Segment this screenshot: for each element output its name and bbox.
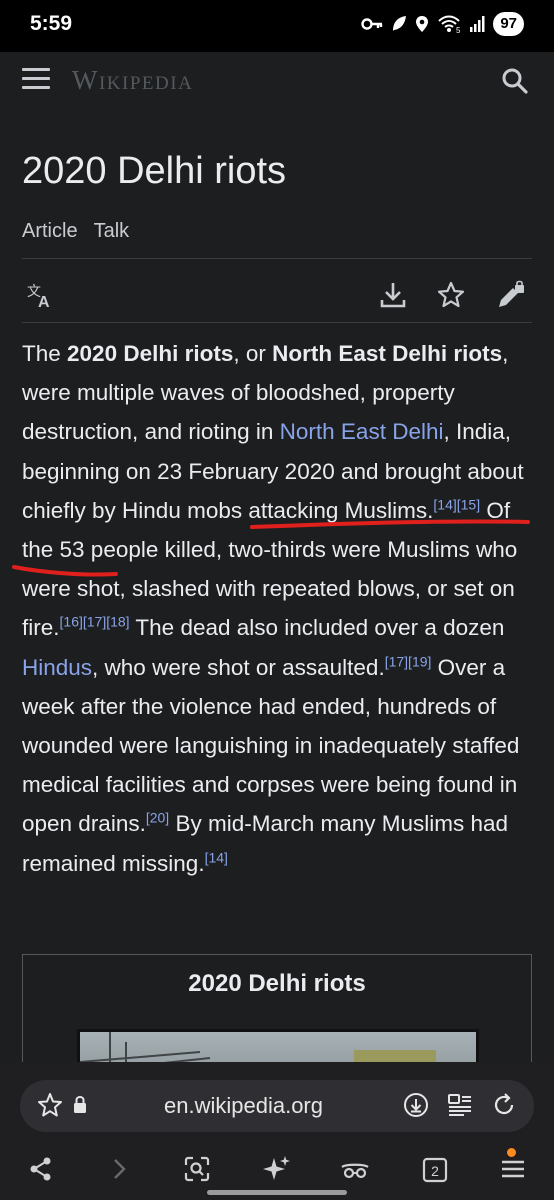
citation[interactable]: [14][15] xyxy=(433,496,480,512)
sparkle-icon[interactable] xyxy=(262,1154,292,1184)
article-tabs: Article Talk xyxy=(22,220,129,253)
tabs-icon[interactable]: 2 xyxy=(420,1154,450,1184)
link-north-east-delhi[interactable]: North East Delhi xyxy=(280,419,444,444)
reload-icon[interactable] xyxy=(490,1091,518,1119)
browser-bottom-chrome: en.wikipedia.org 2 xyxy=(0,1062,554,1200)
page-actions-toolbar: 文A xyxy=(22,272,532,318)
wikipedia-wordmark[interactable]: Wikipedia xyxy=(72,65,193,96)
notification-dot xyxy=(507,1148,516,1157)
lock-icon[interactable] xyxy=(72,1091,88,1119)
star-icon[interactable] xyxy=(36,1091,64,1119)
battery-badge: 97 xyxy=(493,12,524,36)
infobox-image[interactable] xyxy=(77,1029,479,1062)
menu-icon[interactable] xyxy=(22,68,50,94)
citation[interactable]: [14] xyxy=(205,849,228,865)
wiki-header: Wikipedia xyxy=(0,52,554,110)
incognito-icon[interactable] xyxy=(340,1154,370,1184)
citation[interactable]: [16][17][18] xyxy=(60,614,130,630)
lead-paragraph: The 2020 Delhi riots, or North East Delh… xyxy=(22,341,524,876)
forward-icon[interactable] xyxy=(104,1154,134,1184)
tabs-divider xyxy=(22,258,532,259)
tab-article[interactable]: Article xyxy=(22,220,78,253)
link-hindus[interactable]: Hindus xyxy=(22,655,92,680)
lens-icon[interactable] xyxy=(182,1154,212,1184)
translate-icon[interactable]: 文A xyxy=(26,280,56,311)
wifi-icon: 5 xyxy=(437,15,461,33)
signal-icon xyxy=(469,16,485,32)
status-time: 5:59 xyxy=(30,12,73,35)
star-icon[interactable] xyxy=(436,280,466,310)
overflow-menu-icon[interactable] xyxy=(498,1148,528,1184)
location-icon xyxy=(415,15,429,33)
download-icon[interactable] xyxy=(378,280,408,310)
key-icon xyxy=(361,17,383,31)
leaf-icon xyxy=(391,15,407,33)
toolbar-divider xyxy=(22,322,532,323)
page-title: 2020 Delhi riots xyxy=(22,150,287,192)
browser-nav-bar: 2 xyxy=(0,1148,554,1194)
citation[interactable]: [20] xyxy=(146,810,169,826)
svg-text:2: 2 xyxy=(431,1163,439,1179)
tab-talk[interactable]: Talk xyxy=(94,220,130,253)
status-bar: 5:59 5 97 xyxy=(0,0,554,52)
svg-text:A: A xyxy=(38,294,50,310)
reader-icon[interactable] xyxy=(446,1091,474,1119)
infobox-title: 2020 Delhi riots xyxy=(188,970,366,997)
status-icons: 5 97 xyxy=(361,12,524,36)
infobox: 2020 Delhi riots xyxy=(22,954,532,1062)
bold-term: North East Delhi riots xyxy=(272,341,503,366)
bold-term: 2020 Delhi riots xyxy=(67,341,234,366)
url-text[interactable]: en.wikipedia.org xyxy=(164,1093,323,1119)
article-page: Wikipedia 2020 Delhi riots Article Talk … xyxy=(0,52,554,1062)
home-indicator[interactable] xyxy=(207,1190,347,1195)
citation[interactable]: [17][19] xyxy=(385,653,432,669)
edit-lock-icon[interactable] xyxy=(496,280,526,310)
download-circle-icon[interactable] xyxy=(402,1091,430,1119)
svg-text:5: 5 xyxy=(456,26,461,33)
search-icon[interactable] xyxy=(500,66,530,96)
share-icon[interactable] xyxy=(26,1154,56,1184)
address-bar[interactable]: en.wikipedia.org xyxy=(20,1080,534,1132)
